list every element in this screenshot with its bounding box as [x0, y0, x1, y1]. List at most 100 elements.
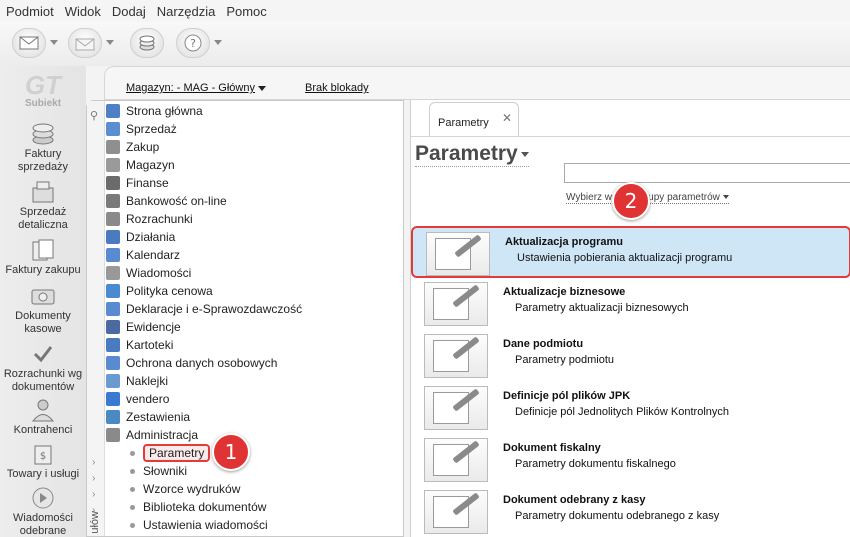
- tree-subitem-label: Wzorce wydruków: [143, 482, 241, 496]
- rail-item-faktury-sprzedazy[interactable]: Faktury sprzedaży: [0, 122, 86, 174]
- receive-mail-button[interactable]: [68, 28, 102, 58]
- tree-item[interactable]: Działania: [106, 228, 175, 246]
- tree-subitem[interactable]: Biblioteka dokumentów: [130, 498, 266, 516]
- rail-item-dokumenty-kasowe[interactable]: Dokumenty kasowe: [0, 284, 86, 336]
- tree-item-label: Sprzedaż: [126, 122, 177, 136]
- search-input[interactable]: [564, 163, 850, 183]
- parameter-item[interactable]: Aktualizacja programu Ustawienia pobieran…: [411, 226, 850, 278]
- chevron-right-icon[interactable]: ›: [92, 473, 95, 484]
- tree-item-label: Strona główna: [126, 104, 203, 118]
- logo-brand: GT: [24, 70, 62, 100]
- chevron-right-icon[interactable]: ›: [92, 457, 95, 468]
- module-icon: [106, 392, 120, 406]
- tree-item[interactable]: Ewidencje: [106, 318, 181, 336]
- tree-item[interactable]: Finanse: [106, 174, 169, 192]
- document-edit-icon: [424, 490, 488, 534]
- tab-parametry[interactable]: Parametry ✕: [429, 102, 519, 136]
- rail-item-faktury-zakupu[interactable]: Faktury zakupu: [0, 238, 86, 277]
- tree-item[interactable]: Kartoteki: [106, 336, 173, 354]
- module-icon: [106, 140, 120, 154]
- insert-button[interactable]: [130, 28, 164, 58]
- parameter-description: Ustawienia pobierania aktualizacji progr…: [517, 252, 733, 264]
- tree-item[interactable]: Bankowość on-line: [106, 192, 227, 210]
- parameter-item[interactable]: Definicje pól plików JPK Definicje pól Je…: [411, 382, 850, 434]
- tree-item-label: Ewidencje: [126, 320, 181, 334]
- tree-item-label: Działania: [126, 230, 176, 244]
- menu-pomoc[interactable]: Pomoc: [226, 4, 266, 19]
- menu-podmiot[interactable]: Podmiot: [6, 4, 54, 19]
- receive-mail-dropdown-icon[interactable]: [106, 40, 114, 45]
- document-edit-icon: [424, 334, 488, 378]
- rail-item-sprzedaz-detaliczna[interactable]: Sprzedaż detaliczna: [0, 180, 86, 232]
- tree-side-label: ułów: [89, 511, 101, 534]
- tab-divider: [411, 136, 850, 137]
- document-edit-icon: [424, 386, 488, 430]
- rail-item-rozrachunki[interactable]: Rozrachunki wg dokumentów: [0, 342, 86, 394]
- tree-item-label: Magazyn: [126, 158, 175, 172]
- tree-item-label: Finanse: [126, 176, 169, 190]
- help-button[interactable]: ?: [176, 28, 210, 58]
- module-icon: [106, 176, 120, 190]
- module-icon: [106, 284, 120, 298]
- tree-item[interactable]: vendero: [106, 390, 169, 408]
- rail-label: Rozrachunki wg dokumentów: [3, 368, 83, 393]
- tree-item[interactable]: Deklaracje i e-Sprawozdawczość: [106, 300, 302, 318]
- bullet-icon: [130, 504, 135, 510]
- tree-item[interactable]: Magazyn: [106, 156, 175, 174]
- rail-label: Dokumenty kasowe: [15, 310, 71, 335]
- document-edit-icon: [424, 282, 488, 326]
- cash-documents-icon: [31, 289, 55, 305]
- help-dropdown-icon[interactable]: [214, 40, 222, 45]
- toolbar: ?: [0, 22, 850, 66]
- tree-item[interactable]: Naklejki: [106, 372, 168, 390]
- send-mail-button[interactable]: [12, 28, 46, 58]
- parameter-item[interactable]: Dokument odebrany z kasy Parametry dokume…: [411, 486, 850, 537]
- tab-label: Parametry: [438, 117, 489, 129]
- module-icon: [106, 356, 120, 370]
- tree-item[interactable]: Zestawienia: [106, 408, 190, 426]
- svg-text:$: $: [40, 451, 46, 462]
- chevron-right-icon[interactable]: ›: [92, 489, 95, 500]
- tree-item-label: Wiadomości: [126, 266, 192, 280]
- warehouse-label: Magazyn: - MAG - Główny: [126, 82, 255, 94]
- bullet-icon: [130, 522, 135, 528]
- module-icon: [106, 374, 120, 388]
- page-title[interactable]: Parametry: [415, 142, 529, 167]
- module-icon: [106, 338, 120, 352]
- parameter-item[interactable]: Dane podmiotu Parametry podmiotu: [411, 330, 850, 382]
- rail-item-towary-i-uslugi[interactable]: $ Towary i usługi: [0, 442, 86, 481]
- tree-subitem[interactable]: Słowniki: [130, 462, 187, 480]
- parameter-item[interactable]: Aktualizacje biznesowe Parametry aktualiz…: [411, 278, 850, 330]
- tree-item[interactable]: Ochrona danych osobowych: [106, 354, 277, 372]
- tree-item[interactable]: Sprzedaż: [106, 120, 177, 138]
- pin-icon[interactable]: ⚲: [90, 109, 98, 122]
- menu-widok[interactable]: Widok: [65, 4, 101, 19]
- tree-item[interactable]: Wiadomości: [106, 264, 191, 282]
- tree-item[interactable]: Zakup: [106, 138, 159, 156]
- document-edit-icon: [426, 232, 490, 276]
- module-icon: [106, 194, 120, 208]
- bullet-icon: [130, 486, 135, 492]
- rail-item-wiadomosci-odebrane[interactable]: Wiadomości odebrane: [0, 486, 86, 537]
- tree-subitem[interactable]: Wzorce wydruków: [130, 480, 240, 498]
- menu-narzedzia[interactable]: Narzędzia: [157, 4, 216, 19]
- parameter-description: Parametry dokumentu fiskalnego: [515, 458, 676, 470]
- annotation-badge-1: 1: [212, 433, 250, 471]
- tree-item[interactable]: Kalendarz: [106, 246, 180, 264]
- tree-subitem-parametry[interactable]: Parametry: [130, 444, 211, 462]
- lock-status-link[interactable]: Brak blokady: [305, 82, 369, 94]
- rail-item-kontrahenci[interactable]: Kontrahenci: [0, 398, 86, 437]
- tree-item[interactable]: Polityka cenowa: [106, 282, 213, 300]
- send-mail-dropdown-icon[interactable]: [50, 40, 58, 45]
- parameter-item[interactable]: Dokument fiskalny Parametry dokumentu fis…: [411, 434, 850, 486]
- module-icon: [106, 104, 120, 118]
- close-icon[interactable]: ✕: [502, 111, 512, 125]
- tree-item[interactable]: Administracja: [106, 426, 198, 444]
- tree-item[interactable]: Rozrachunki: [106, 210, 193, 228]
- tree-subitem[interactable]: Ustawienia wiadomości: [130, 516, 268, 534]
- tree-item-label: Bankowość on-line: [126, 194, 227, 208]
- warehouse-selector[interactable]: Magazyn: - MAG - Główny: [126, 82, 266, 94]
- tree-subitem-label: Biblioteka dokumentów: [143, 500, 267, 514]
- menu-dodaj[interactable]: Dodaj: [112, 4, 146, 19]
- tree-item[interactable]: Strona główna: [106, 102, 203, 120]
